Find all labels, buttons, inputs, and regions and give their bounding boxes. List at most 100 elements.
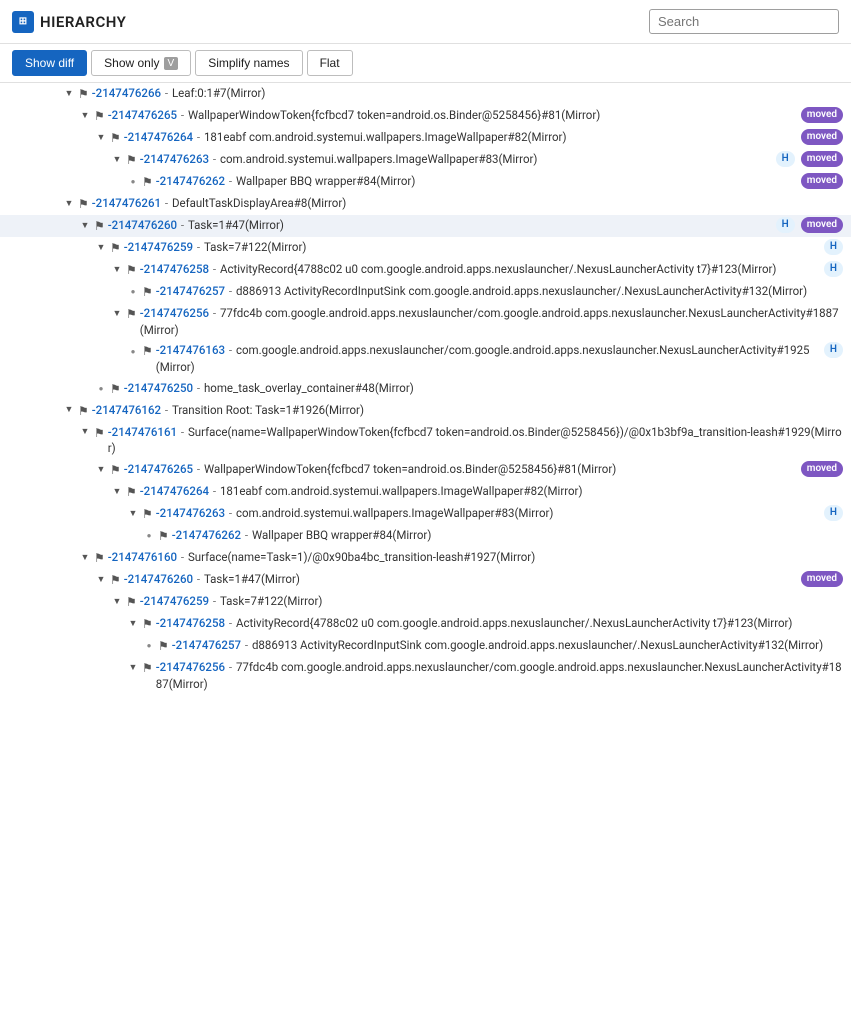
tree-row[interactable]: ▼⚑-2147476266 - Leaf:0:1#7(Mirror) — [0, 83, 851, 105]
node-desc: Leaf:0:1#7(Mirror) — [172, 86, 266, 100]
h-badge: H — [824, 261, 843, 277]
flat-button[interactable]: Flat — [307, 50, 353, 76]
toggle-btn[interactable]: ▼ — [110, 307, 124, 321]
tree-row[interactable]: ▼⚑-2147476256 - 77fdc4b com.google.andro… — [0, 657, 851, 694]
tree-row[interactable]: ▼⚑-2147476259 - Task=7#122(Mirror)H — [0, 237, 851, 259]
toggle-btn[interactable]: ● — [126, 344, 140, 358]
toggle-btn[interactable]: ▼ — [110, 153, 124, 167]
toggle-btn[interactable]: ● — [94, 382, 108, 396]
row-content: ●⚑-2147476257 - d886913 ActivityRecordIn… — [126, 283, 851, 301]
row-content: ▼⚑-2147476264 - 181eabf com.android.syst… — [110, 483, 851, 501]
toggle-btn[interactable]: ▼ — [78, 219, 92, 233]
tree-row[interactable]: ▼⚑-2147476261 - DefaultTaskDisplayArea#8… — [0, 193, 851, 215]
node-desc: Task=7#122(Mirror) — [204, 240, 306, 254]
toggle-btn[interactable]: ▼ — [94, 131, 108, 145]
tree-row[interactable]: ●⚑-2147476163 - com.google.android.apps.… — [0, 340, 851, 377]
toggle-btn[interactable]: ▼ — [94, 573, 108, 587]
toggle-btn[interactable]: ▼ — [126, 617, 140, 631]
toggle-btn[interactable]: ▼ — [110, 485, 124, 499]
tree-row[interactable]: ●⚑-2147476257 - d886913 ActivityRecordIn… — [0, 281, 851, 303]
tree-row[interactable]: ▼⚑-2147476256 - 77fdc4b com.google.andro… — [0, 303, 851, 340]
node-text: -2147476266 - Leaf:0:1#7(Mirror) — [92, 85, 843, 102]
toggle-btn[interactable]: ● — [126, 285, 140, 299]
toggle-btn[interactable]: ▼ — [78, 551, 92, 565]
row-content: ●⚑-2147476163 - com.google.android.apps.… — [126, 342, 851, 375]
tree-row[interactable]: ▼⚑-2147476265 - WallpaperWindowToken{fcf… — [0, 459, 851, 481]
search-input[interactable] — [649, 9, 839, 34]
tree-row[interactable]: ●⚑-2147476262 - Wallpaper BBQ wrapper#84… — [0, 171, 851, 193]
row-content: ▼⚑-2147476263 - com.android.systemui.wal… — [110, 151, 851, 169]
node-id: -2147476259 — [140, 594, 209, 608]
toggle-btn[interactable]: ▼ — [62, 197, 76, 211]
node-icon: ⚑ — [78, 196, 89, 213]
tree-row[interactable]: ▼⚑-2147476161 - Surface(name=WallpaperWi… — [0, 422, 851, 459]
node-id: -2147476260 — [124, 572, 193, 586]
h-badge: H — [824, 239, 843, 255]
node-icon: ⚑ — [142, 616, 153, 633]
tree-container[interactable]: ▼⚑-2147476266 - Leaf:0:1#7(Mirror)▼⚑-214… — [0, 83, 851, 1014]
node-text: -2147476160 - Surface(name=Task=1)/@0x90… — [108, 549, 843, 566]
tree-row[interactable]: ▼⚑-2147476258 - ActivityRecord{4788c02 u… — [0, 259, 851, 281]
tree-row[interactable]: ▼⚑-2147476265 - WallpaperWindowToken{fcf… — [0, 105, 851, 127]
show-diff-button[interactable]: Show diff — [12, 50, 87, 76]
row-content: ▼⚑-2147476256 - 77fdc4b com.google.andro… — [126, 659, 851, 692]
node-icon: ⚑ — [158, 528, 169, 545]
node-text: -2147476264 - 181eabf com.android.system… — [140, 483, 843, 500]
node-desc: com.android.systemui.wallpapers.ImageWal… — [220, 152, 537, 166]
moved-badge: moved — [801, 461, 843, 477]
tree-row[interactable]: ▼⚑-2147476258 - ActivityRecord{4788c02 u… — [0, 613, 851, 635]
node-desc: com.google.android.apps.nexuslauncher/co… — [156, 343, 810, 374]
tree-row[interactable]: ▼⚑-2147476260 - Task=1#47(Mirror)moved — [0, 569, 851, 591]
toggle-btn[interactable]: ▼ — [126, 661, 140, 675]
node-text: -2147476264 - 181eabf com.android.system… — [124, 129, 795, 146]
node-icon: ⚑ — [94, 550, 105, 567]
node-icon: ⚑ — [110, 240, 121, 257]
node-text: -2147476262 - Wallpaper BBQ wrapper#84(M… — [172, 527, 843, 544]
node-id: -2147476261 — [92, 196, 161, 210]
show-only-button[interactable]: Show only V — [91, 50, 191, 76]
tree-row[interactable]: ●⚑-2147476257 - d886913 ActivityRecordIn… — [0, 635, 851, 657]
toggle-btn[interactable]: ▼ — [62, 404, 76, 418]
toggle-btn[interactable]: ▼ — [94, 241, 108, 255]
row-content: ●⚑-2147476262 - Wallpaper BBQ wrapper#84… — [126, 173, 851, 191]
toggle-btn[interactable]: ▼ — [126, 507, 140, 521]
tree-row[interactable]: ●⚑-2147476262 - Wallpaper BBQ wrapper#84… — [0, 525, 851, 547]
node-desc: 181eabf com.android.systemui.wallpapers.… — [204, 130, 567, 144]
node-id: -2147476250 — [124, 381, 193, 395]
node-text: -2147476261 - DefaultTaskDisplayArea#8(M… — [92, 195, 843, 212]
row-content: ▼⚑-2147476264 - 181eabf com.android.syst… — [94, 129, 851, 147]
tree-row[interactable]: ●⚑-2147476250 - home_task_overlay_contai… — [0, 378, 851, 400]
tree-row[interactable]: ▼⚑-2147476259 - Task=7#122(Mirror) — [0, 591, 851, 613]
toggle-btn[interactable]: ▼ — [62, 87, 76, 101]
row-content: ▼⚑-2147476258 - ActivityRecord{4788c02 u… — [110, 261, 851, 279]
node-text: -2147476257 - d886913 ActivityRecordInpu… — [172, 637, 843, 654]
tree-row[interactable]: ▼⚑-2147476260 - Task=1#47(Mirror)Hmoved — [0, 215, 851, 237]
row-content: ▼⚑-2147476160 - Surface(name=Task=1)/@0x… — [78, 549, 851, 567]
node-desc: Task=1#47(Mirror) — [188, 218, 284, 232]
tree-row[interactable]: ▼⚑-2147476263 - com.android.systemui.wal… — [0, 149, 851, 171]
tree-row[interactable]: ▼⚑-2147476263 - com.android.systemui.wal… — [0, 503, 851, 525]
toggle-btn[interactable]: ▼ — [78, 109, 92, 123]
tree-row[interactable]: ▼⚑-2147476162 - Transition Root: Task=1#… — [0, 400, 851, 422]
toggle-btn[interactable]: ▼ — [110, 263, 124, 277]
row-content: ▼⚑-2147476260 - Task=1#47(Mirror)Hmoved — [78, 217, 851, 235]
toggle-btn[interactable]: ● — [142, 529, 156, 543]
toggle-btn[interactable]: ▼ — [94, 463, 108, 477]
tree-row[interactable]: ▼⚑-2147476264 - 181eabf com.android.syst… — [0, 127, 851, 149]
moved-badge: moved — [801, 107, 843, 123]
simplify-names-button[interactable]: Simplify names — [195, 50, 302, 76]
node-desc: ActivityRecord{4788c02 u0 com.google.and… — [236, 616, 793, 630]
node-id: -2147476264 — [124, 130, 193, 144]
node-desc: WallpaperWindowToken{fcfbcd7 token=andro… — [188, 108, 600, 122]
toggle-btn[interactable]: ▼ — [78, 426, 92, 440]
node-desc: WallpaperWindowToken{fcfbcd7 token=andro… — [204, 462, 616, 476]
tree-row[interactable]: ▼⚑-2147476160 - Surface(name=Task=1)/@0x… — [0, 547, 851, 569]
tree-row[interactable]: ▼⚑-2147476264 - 181eabf com.android.syst… — [0, 481, 851, 503]
node-text: -2147476161 - Surface(name=WallpaperWind… — [108, 424, 843, 457]
row-content: ●⚑-2147476257 - d886913 ActivityRecordIn… — [142, 637, 851, 655]
toggle-btn[interactable]: ● — [126, 175, 140, 189]
toggle-btn[interactable]: ▼ — [110, 595, 124, 609]
toggle-btn[interactable]: ● — [142, 639, 156, 653]
node-id: -2147476264 — [140, 484, 209, 498]
node-icon: ⚑ — [78, 86, 89, 103]
